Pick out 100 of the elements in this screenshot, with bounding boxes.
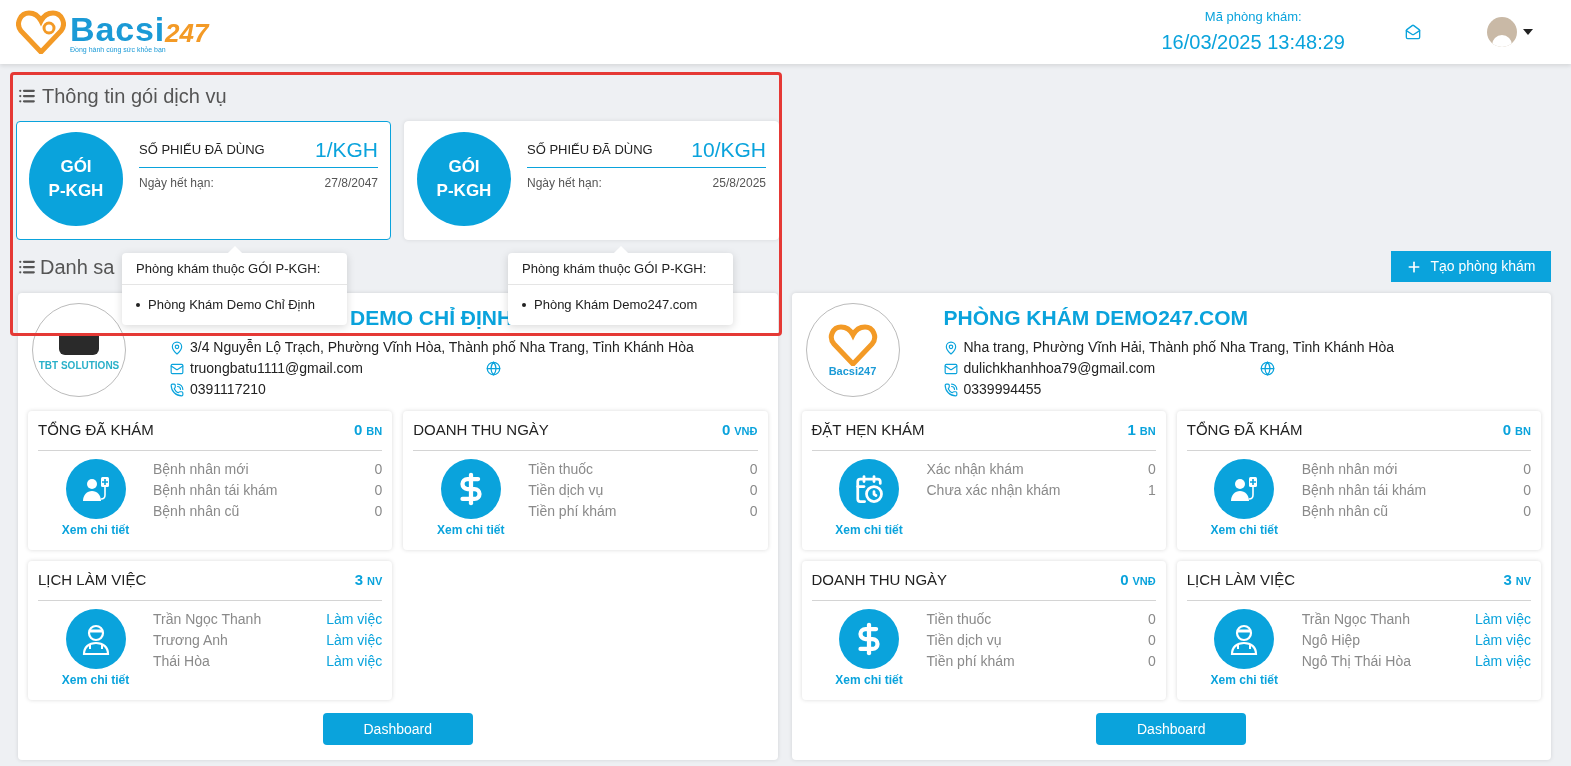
details-link[interactable]: Xem chi tiết: [835, 521, 903, 539]
details-link[interactable]: Xem chi tiết: [61, 521, 130, 539]
details-link[interactable]: Xem chi tiết: [61, 671, 130, 689]
stat-unit: BN: [1515, 424, 1531, 440]
expiry-label: Ngày hết hạn:: [139, 175, 214, 192]
stat-label: Bệnh nhân mới: [1301, 460, 1398, 479]
mail-icon: [943, 361, 958, 376]
stat-count: 0: [1502, 420, 1512, 441]
mail-icon[interactable]: [1405, 24, 1421, 40]
location-icon: [170, 340, 184, 355]
stat-value: 0: [1523, 502, 1531, 521]
stat-label: Tiền phí khám: [528, 502, 617, 521]
stat-label: Xác nhận khám: [926, 460, 1024, 479]
stat-title: TỔNG ĐÃ KHÁM: [38, 420, 154, 441]
dashboard-button[interactable]: Dashboard: [1096, 713, 1247, 745]
stat-label: Bệnh nhân cũ: [1301, 502, 1389, 521]
stat-value: 0: [374, 481, 383, 500]
stat-unit: BN: [1139, 424, 1156, 440]
clinic-logo: Bacsi247: [805, 303, 900, 397]
list-icon: [18, 87, 36, 105]
stat-title: ĐẶT HẸN KHÁM: [811, 420, 925, 441]
globe-icon[interactable]: [1259, 361, 1275, 376]
stat-count: 0: [354, 420, 363, 441]
stat-value: 0: [374, 460, 383, 479]
stat-label: Bệnh nhân tái khám: [153, 481, 278, 500]
details-link[interactable]: Xem chi tiết: [835, 671, 903, 689]
stat-label: Ngô Hiệp: [1301, 631, 1361, 650]
details-link[interactable]: Xem chi tiết: [437, 521, 505, 539]
stat-count: 1: [1127, 420, 1136, 441]
stat-label: Ngô Thị Thái Hòa: [1301, 652, 1411, 671]
package-badge: GÓI P-KGH: [417, 132, 511, 226]
stat-value: 0: [1523, 460, 1531, 479]
date-time: 16/03/2025 13:48:29: [1161, 29, 1345, 55]
work-status: Làm việc: [1474, 652, 1531, 671]
clinic-code-label: Mã phòng khám:: [1204, 8, 1302, 27]
stat-value: 1: [1147, 481, 1156, 500]
used-value: 10/KGH: [691, 136, 766, 163]
stat-value: 0: [1147, 460, 1156, 479]
stat-label: Tiền thuốc: [528, 460, 594, 479]
phone-icon: [170, 382, 184, 397]
stat-value: 0: [749, 481, 758, 500]
details-link[interactable]: Xem chi tiết: [1210, 671, 1278, 689]
dashboard-button[interactable]: Dashboard: [322, 713, 473, 745]
stat-label: Tiền dịch vụ: [528, 481, 604, 500]
expiry-date: 25/8/2025: [712, 175, 766, 192]
used-label: SỐ PHIẾU ĐÃ DÙNG: [139, 140, 265, 159]
stat-label: Chưa xác nhận khám: [926, 481, 1061, 500]
stat-value: 0: [1523, 481, 1531, 500]
clinic-phone: 0391117210: [190, 380, 266, 399]
stat-label: Thái Hòa: [153, 652, 210, 671]
stat-unit: BN: [366, 424, 383, 440]
stat-unit: NV: [1515, 574, 1531, 590]
stat-label: Bệnh nhân cũ: [153, 502, 240, 521]
location-icon: [943, 340, 958, 355]
doctor-icon: [80, 623, 111, 655]
clinic-address: Nha trang, Phường Vĩnh Hải, Thành phố Nha Trang, Tỉnh Khánh Hòa: [963, 338, 1395, 357]
stat-label: Trần Ngọc Thanh: [1301, 610, 1410, 629]
mail-icon: [170, 361, 184, 376]
expiry-date: 27/8/2047: [324, 175, 378, 192]
stat-value: 0: [1147, 652, 1156, 671]
doctor-icon: [1229, 623, 1260, 655]
stat-count: 0: [1120, 570, 1129, 591]
work-status: Làm việc: [326, 631, 383, 650]
bullet-icon: [136, 302, 140, 307]
used-value: 1/KGH: [314, 136, 378, 163]
tooltip-title: Phòng khám thuộc GÓI P-KGH:: [522, 259, 707, 278]
bullet-icon: [522, 302, 526, 307]
stat-label: Tiền dịch vụ: [926, 631, 1002, 650]
work-status: Làm việc: [1474, 610, 1531, 629]
tooltip-title: Phòng khám thuộc GÓI P-KGH:: [136, 259, 321, 278]
stat-label: Tiền phí khám: [926, 652, 1015, 671]
clinic-name: PHÒNG KHÁM DEMO247.COM: [943, 305, 1249, 332]
create-clinic-button[interactable]: Tạo phòng khám: [1391, 251, 1551, 282]
stat-value: 0: [1147, 610, 1156, 629]
phone-icon: [943, 382, 958, 397]
stat-value: 0: [749, 502, 758, 521]
stat-title: TỔNG ĐÃ KHÁM: [1186, 420, 1303, 441]
avatar[interactable]: [1487, 17, 1517, 47]
stat-unit: VNĐ: [734, 424, 758, 440]
section-title: Thông tin gói dịch vụ: [42, 84, 227, 109]
expiry-label: Ngày hết hạn:: [527, 175, 602, 192]
package-card[interactable]: GÓI P-KGH SỐ PHIẾU ĐÃ DÙNG 10/KGH Ngày hết hạn: 25/8/2025: [404, 121, 779, 240]
stat-value: 0: [1147, 631, 1156, 650]
tooltip-item: Phòng Khám Demo247.com: [534, 296, 698, 314]
globe-icon[interactable]: [486, 361, 501, 376]
stat-unit: NV: [366, 574, 383, 590]
stat-label: Bệnh nhân tái khám: [1301, 481, 1427, 500]
stat-count: 0: [721, 420, 731, 441]
stat-value: 0: [374, 502, 383, 521]
calendar-icon: [854, 474, 884, 504]
package-card[interactable]: GÓI P-KGH SỐ PHIẾU ĐÃ DÙNG 1/KGH Ngày hết hạn: 27/8/2047: [16, 121, 391, 240]
stat-count: 3: [354, 570, 363, 591]
work-status: Làm việc: [326, 610, 383, 629]
caret-icon[interactable]: [1523, 29, 1533, 35]
details-link[interactable]: Xem chi tiết: [1210, 521, 1278, 539]
stat-title: LỊCH LÀM VIỆC: [1186, 570, 1296, 591]
stat-label: Trần Ngọc Thanh: [153, 610, 262, 629]
stat-label: Trương Anh: [153, 631, 228, 650]
stat-unit: VNĐ: [1132, 574, 1156, 590]
section-title: Danh sa: [40, 254, 115, 280]
